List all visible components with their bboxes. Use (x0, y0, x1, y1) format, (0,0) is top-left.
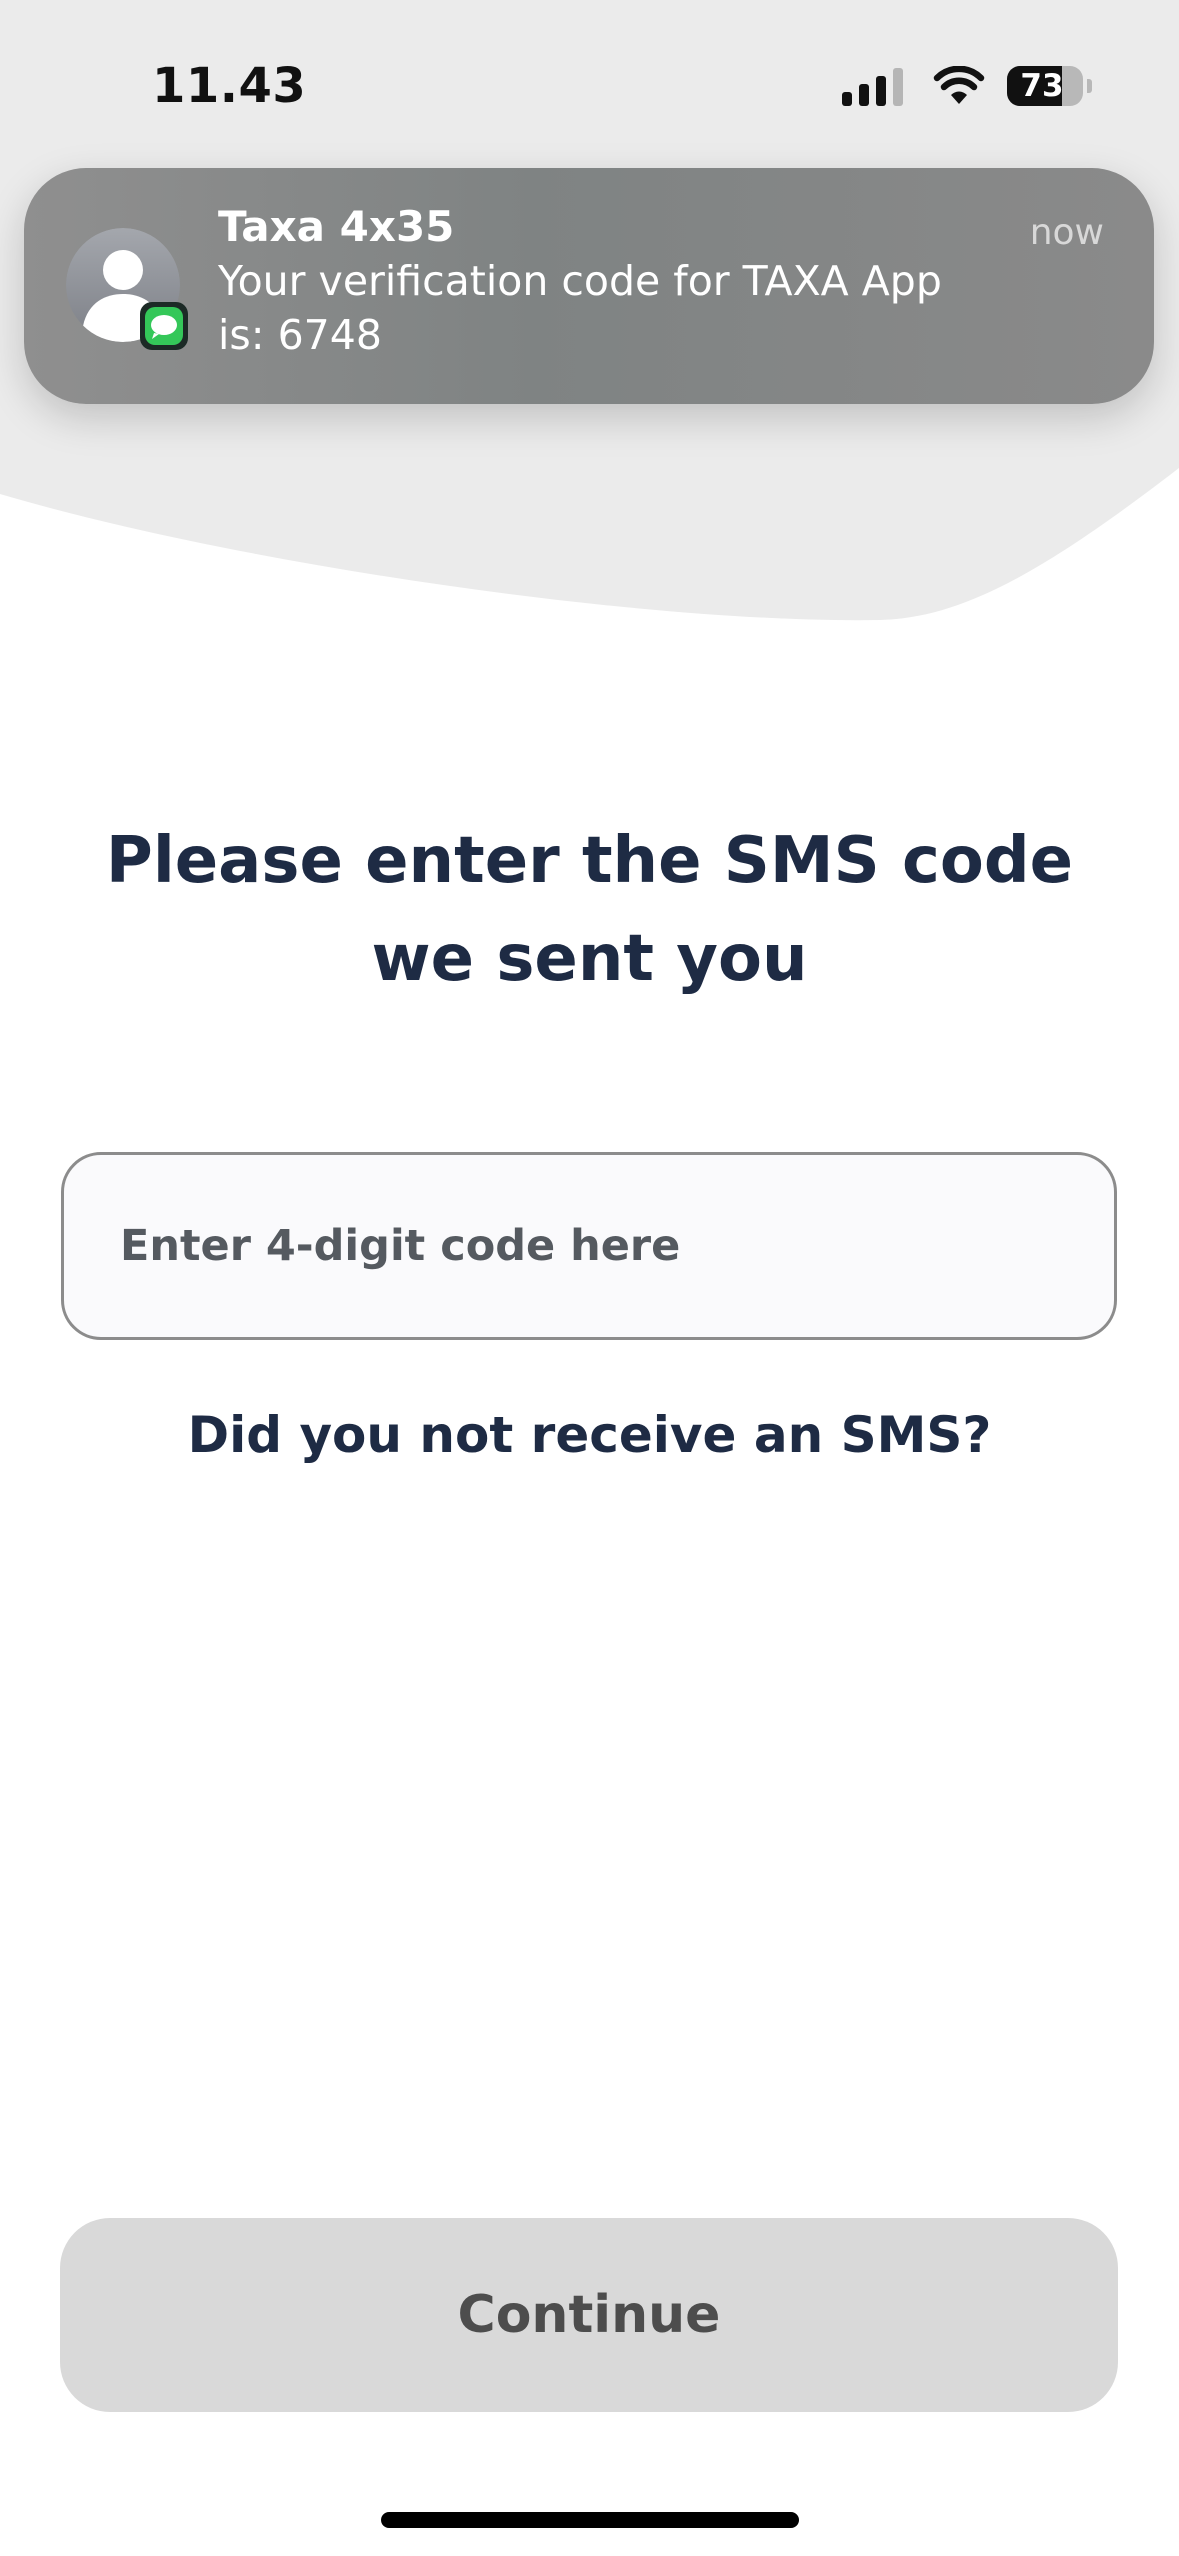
wifi-icon (933, 66, 985, 104)
status-bar-indicators: 73 (842, 64, 1092, 108)
home-indicator[interactable] (381, 2512, 799, 2528)
resend-sms-link[interactable]: Did you not receive an SMS? (60, 1406, 1119, 1464)
notification-sender: Taxa 4x35 (218, 202, 455, 251)
notification-time: now (1029, 212, 1104, 253)
messages-app-icon (140, 302, 188, 350)
sms-notification-banner[interactable]: Taxa 4x35 Your verification code for TAX… (24, 168, 1154, 404)
battery-tip (1087, 79, 1092, 93)
continue-button[interactable]: Continue (60, 2218, 1118, 2412)
status-bar-time: 11.43 (152, 58, 307, 114)
battery-icon: 73 (1007, 66, 1083, 106)
notification-message: Your verification code for TAXA App is: … (218, 257, 942, 359)
sms-code-input[interactable] (120, 1155, 1020, 1337)
sms-code-field[interactable] (61, 1152, 1117, 1340)
battery-percent: 73 (1020, 68, 1064, 104)
page-title: Please enter the SMS code we sent you (105, 824, 1074, 996)
cellular-signal-icon (842, 66, 903, 106)
